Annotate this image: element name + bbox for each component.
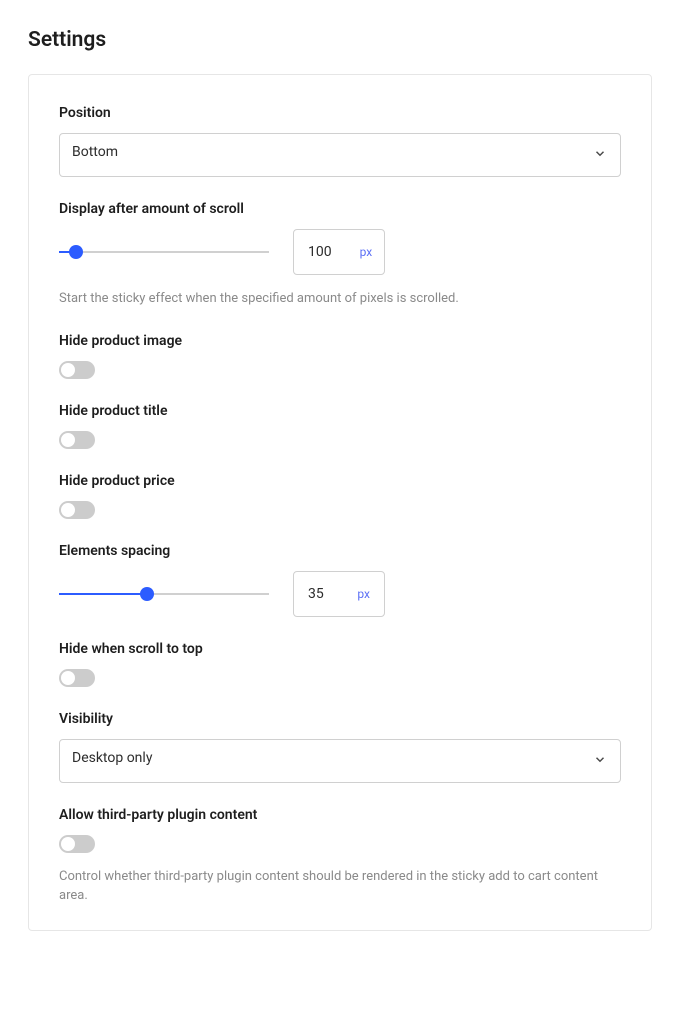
position-label: Position <box>59 105 621 121</box>
toggle-knob <box>61 433 75 447</box>
toggle-knob <box>61 837 75 851</box>
spacing-slider[interactable] <box>59 585 269 603</box>
spacing-slider-row: 35 px <box>59 571 621 617</box>
hide-title-label: Hide product title <box>59 403 621 419</box>
position-select-wrap: Bottom <box>59 133 621 177</box>
slider-thumb[interactable] <box>140 587 154 601</box>
field-scroll: Display after amount of scroll 100 px St… <box>59 201 621 309</box>
hide-price-label: Hide product price <box>59 473 621 489</box>
settings-panel: Position Bottom Display after amount of … <box>28 74 652 931</box>
position-select[interactable]: Bottom <box>59 133 621 177</box>
page-title: Settings <box>28 28 652 52</box>
field-hide-image: Hide product image <box>59 333 621 379</box>
field-hide-price: Hide product price <box>59 473 621 519</box>
hide-scroll-top-toggle[interactable] <box>59 669 95 687</box>
toggle-knob <box>61 671 75 685</box>
field-position: Position Bottom <box>59 105 621 177</box>
hide-title-toggle[interactable] <box>59 431 95 449</box>
scroll-value: 100 <box>308 244 332 260</box>
scroll-slider-row: 100 px <box>59 229 621 275</box>
slider-track <box>59 251 269 253</box>
field-hide-title: Hide product title <box>59 403 621 449</box>
slider-thumb[interactable] <box>69 245 83 259</box>
field-hide-scroll-top: Hide when scroll to top <box>59 641 621 687</box>
scroll-label: Display after amount of scroll <box>59 201 621 217</box>
scroll-unit: px <box>360 245 373 259</box>
field-spacing: Elements spacing 35 px <box>59 543 621 617</box>
toggle-knob <box>61 503 75 517</box>
hide-image-label: Hide product image <box>59 333 621 349</box>
visibility-label: Visibility <box>59 711 621 727</box>
hide-scroll-top-label: Hide when scroll to top <box>59 641 621 657</box>
hide-price-toggle[interactable] <box>59 501 95 519</box>
spacing-unit: px <box>357 587 370 601</box>
field-third-party: Allow third-party plugin content Control… <box>59 807 621 906</box>
hide-image-toggle[interactable] <box>59 361 95 379</box>
third-party-toggle[interactable] <box>59 835 95 853</box>
toggle-knob <box>61 363 75 377</box>
spacing-value-box[interactable]: 35 px <box>293 571 385 617</box>
spacing-value: 35 <box>308 586 324 602</box>
visibility-select[interactable]: Desktop only <box>59 739 621 783</box>
visibility-select-wrap: Desktop only <box>59 739 621 783</box>
slider-fill <box>59 593 147 595</box>
third-party-help: Control whether third-party plugin conte… <box>59 867 621 906</box>
scroll-help: Start the sticky effect when the specifi… <box>59 289 621 309</box>
scroll-value-box[interactable]: 100 px <box>293 229 385 275</box>
field-visibility: Visibility Desktop only <box>59 711 621 783</box>
scroll-slider[interactable] <box>59 243 269 261</box>
spacing-label: Elements spacing <box>59 543 621 559</box>
third-party-label: Allow third-party plugin content <box>59 807 621 823</box>
